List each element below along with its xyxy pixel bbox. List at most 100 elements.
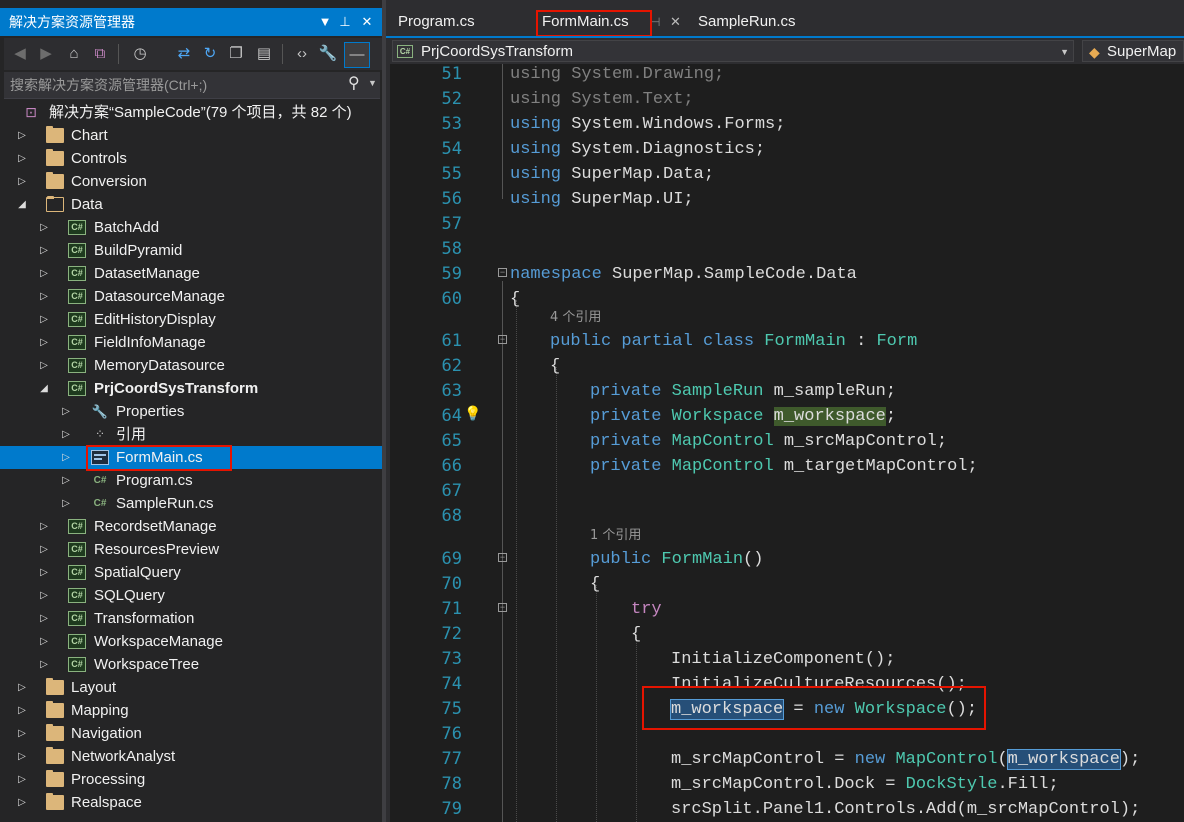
collapse-arrow-icon[interactable]: ◢ [38,377,50,400]
member-dropdown[interactable]: ◆ SuperMap [1082,40,1184,62]
back-icon[interactable]: ◀ [8,42,32,66]
expand-arrow-icon[interactable]: ▷ [38,653,50,676]
tree-item-fieldinfomanage[interactable]: ▷ C# FieldInfoManage [0,331,382,354]
dropdown-icon[interactable]: ▼ [316,8,334,36]
expand-arrow-icon[interactable]: ▷ [38,239,50,262]
home-icon[interactable]: ⌂ [62,42,86,66]
expand-arrow-icon[interactable]: ▷ [16,676,28,699]
fold-line [502,64,503,199]
expand-arrow-icon[interactable]: ▷ [60,400,72,423]
show-all-files-icon[interactable]: ▤ [252,42,276,66]
expand-arrow-icon[interactable]: ▷ [38,515,50,538]
expand-arrow-icon[interactable]: ▷ [38,308,50,331]
fold-collapse-icon[interactable]: − [498,268,507,277]
tree-item-workspacetree[interactable]: ▷ C# WorkspaceTree [0,653,382,676]
tree-item-edithistorydisplay[interactable]: ▷ C# EditHistoryDisplay [0,308,382,331]
tree-item-processing[interactable]: ▷ Processing [0,768,382,791]
tree-item-recordsetmanage[interactable]: ▷ C# RecordsetManage [0,515,382,538]
solution-root-item[interactable]: ⊡ 解决方案“SampleCode”(79 个项目，共 82 个) [0,101,382,124]
fold-collapse-icon[interactable]: − [498,553,507,562]
expand-arrow-icon[interactable]: ▷ [60,446,72,469]
forward-icon[interactable]: ▶ [34,42,58,66]
expand-arrow-icon[interactable]: ▷ [38,630,50,653]
expand-arrow-icon[interactable]: ▷ [38,262,50,285]
switch-views-icon[interactable]: ⧉ [88,42,112,66]
tree-item-conversion[interactable]: ▷ Conversion [0,170,382,193]
expand-arrow-icon[interactable]: ▷ [16,699,28,722]
search-icon[interactable]: ⚲ [348,73,360,93]
tree-item-spatialquery[interactable]: ▷ C# SpatialQuery [0,561,382,584]
preview-selected-icon[interactable]: — [344,42,370,68]
highlighted-identifier[interactable]: m_workspace [1006,749,1121,770]
refresh-icon[interactable]: ↻ [198,42,222,66]
pin-icon[interactable]: ⊥ [336,8,354,36]
fold-collapse-icon[interactable]: − [498,335,507,344]
code-editor[interactable]: 51 52 53 54 55 56 57 58 59 60 61 62 63 6… [386,64,1184,822]
expand-arrow-icon[interactable]: ▷ [38,561,50,584]
expand-arrow-icon[interactable]: ▷ [16,722,28,745]
tree-item-sqlquery[interactable]: ▷ C# SQLQuery [0,584,382,607]
expand-arrow-icon[interactable]: ▷ [60,492,72,515]
tree-item-chart[interactable]: ▷ Chart [0,124,382,147]
close-icon[interactable]: ✕ [358,8,376,36]
close-tab-icon[interactable]: ✕ [670,8,681,36]
expand-arrow-icon[interactable]: ▷ [60,469,72,492]
solution-search-box[interactable]: ⚲ ▼ [4,72,380,99]
properties-wrench-icon[interactable]: 🔧 [316,42,340,66]
solution-search-input[interactable] [4,72,346,98]
type-name: DockStyle [905,775,998,794]
collapse-arrow-icon[interactable]: ◢ [16,193,28,216]
tree-item-program-cs[interactable]: ▷ C# Program.cs [0,469,382,492]
tree-item-references[interactable]: ▷ ⁘ 引用 [0,423,382,446]
expand-arrow-icon[interactable]: ▷ [38,584,50,607]
tree-item-resourcespreview[interactable]: ▷ C# ResourcesPreview [0,538,382,561]
tree-item-buildpyramid[interactable]: ▷ C# BuildPyramid [0,239,382,262]
expand-arrow-icon[interactable]: ▷ [16,147,28,170]
tab-samplerun-cs[interactable]: SampleRun.cs [698,8,796,36]
expand-arrow-icon[interactable]: ▷ [16,745,28,768]
lightbulb-icon[interactable]: 💡 [464,402,481,424]
tree-item-mapping[interactable]: ▷ Mapping [0,699,382,722]
view-code-icon[interactable]: ‹› [290,42,314,66]
tree-item-datasetmanage[interactable]: ▷ C# DatasetManage [0,262,382,285]
sync-icon[interactable]: ⇄ [172,42,196,66]
codelens-class-refs[interactable]: 4 个引用 [550,308,601,328]
expand-arrow-icon[interactable]: ▷ [38,285,50,308]
expand-arrow-icon[interactable]: ▷ [60,423,72,446]
tree-item-realspace[interactable]: ▷ Realspace [0,791,382,814]
expand-arrow-icon[interactable]: ▷ [38,607,50,630]
expand-arrow-icon[interactable]: ▷ [16,124,28,147]
tree-item-properties[interactable]: ▷ 🔧 Properties [0,400,382,423]
expand-arrow-icon[interactable]: ▷ [38,354,50,377]
project-dropdown[interactable]: C# PrjCoordSysTransform ▼ [392,40,1074,62]
fold-collapse-icon[interactable]: − [498,603,507,612]
search-options-chevron-icon[interactable]: ▼ [368,78,377,88]
tree-item-label: Realspace [71,794,142,811]
tree-item-navigation[interactable]: ▷ Navigation [0,722,382,745]
expand-arrow-icon[interactable]: ▷ [38,216,50,239]
tree-item-controls[interactable]: ▷ Controls [0,147,382,170]
tree-item-samplerun-cs[interactable]: ▷ C# SampleRun.cs [0,492,382,515]
tree-item-layout[interactable]: ▷ Layout [0,676,382,699]
chevron-down-icon[interactable]: ▼ [1060,41,1069,61]
expand-arrow-icon[interactable]: ▷ [16,768,28,791]
expand-arrow-icon[interactable]: ▷ [38,331,50,354]
tree-item-label: Chart [71,127,108,144]
tree-item-batchadd[interactable]: ▷ C# BatchAdd [0,216,382,239]
codelens-ctor-refs[interactable]: 1 个引用 [590,526,641,546]
tree-item-workspacemanage[interactable]: ▷ C# WorkspaceManage [0,630,382,653]
tree-item-memorydatasource[interactable]: ▷ C# MemoryDatasource [0,354,382,377]
tree-item-transformation[interactable]: ▷ C# Transformation [0,607,382,630]
codelens-label: 1 个引用 [590,528,642,543]
expand-arrow-icon[interactable]: ▷ [16,170,28,193]
pending-changes-icon[interactable]: ◷ [128,42,152,66]
tab-program-cs[interactable]: Program.cs [398,8,475,36]
highlighted-identifier[interactable]: m_workspace [773,407,886,426]
tree-item-networkanalyst[interactable]: ▷ NetworkAnalyst [0,745,382,768]
collapse-all-icon[interactable]: ❐ [224,42,248,66]
tree-item-data[interactable]: ◢ Data [0,193,382,216]
expand-arrow-icon[interactable]: ▷ [16,791,28,814]
expand-arrow-icon[interactable]: ▷ [38,538,50,561]
tree-item-prjcoordsystransform[interactable]: ◢ C# PrjCoordSysTransform [0,377,382,400]
tree-item-datasourcemanage[interactable]: ▷ C# DatasourceManage [0,285,382,308]
